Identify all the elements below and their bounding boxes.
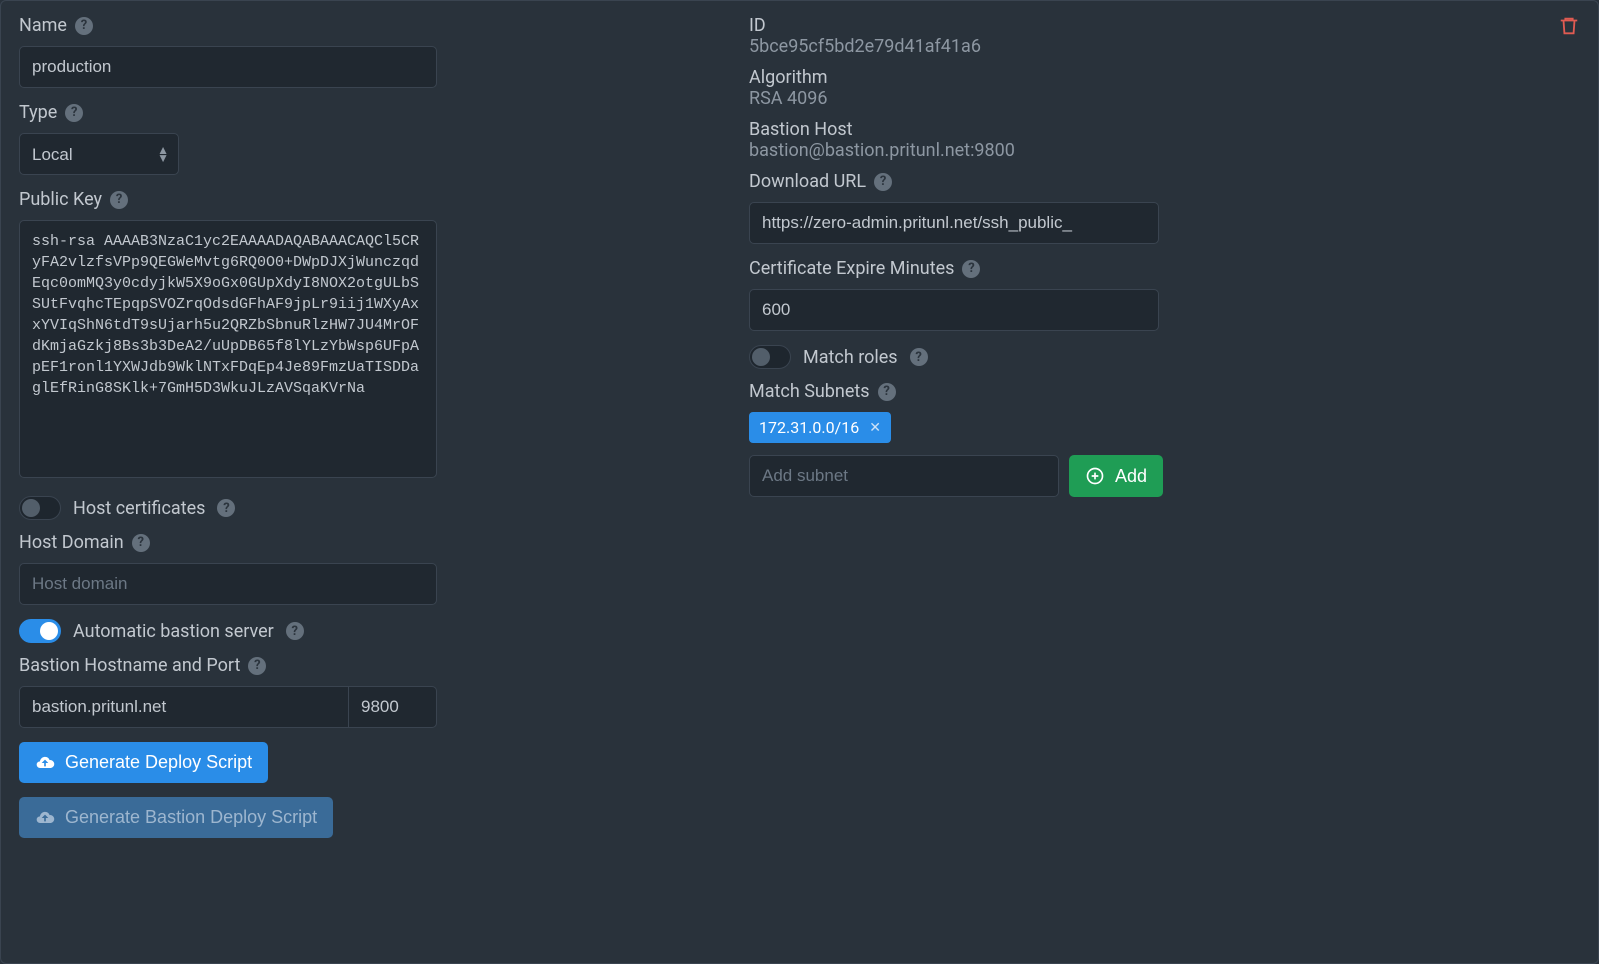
bastion-host-value: bastion@bastion.pritunl.net:9800 xyxy=(749,140,1580,161)
public-key-label: Public Key xyxy=(19,189,102,210)
expire-input[interactable] xyxy=(749,289,1159,331)
plus-circle-icon xyxy=(1085,466,1105,486)
download-url-input[interactable] xyxy=(749,202,1159,244)
host-domain-label: Host Domain xyxy=(19,532,124,553)
authority-panel: Name ? Type ? Local ▲▼ xyxy=(0,0,1599,964)
help-icon[interactable]: ? xyxy=(75,17,93,35)
left-column: Name ? Type ? Local ▲▼ xyxy=(19,15,709,838)
help-icon[interactable]: ? xyxy=(132,534,150,552)
public-key-textarea[interactable]: ssh-rsa AAAAB3NzaC1yc2EAAAADAQABAAACAQCl… xyxy=(19,220,437,478)
auto-bastion-toggle[interactable] xyxy=(19,619,61,643)
bastion-port-input[interactable] xyxy=(349,686,437,728)
cloud-upload-icon xyxy=(35,753,55,773)
subnet-tag[interactable]: 172.31.0.0/16 ✕ xyxy=(749,412,891,443)
cloud-upload-icon xyxy=(35,808,55,828)
host-domain-input[interactable] xyxy=(19,563,437,605)
algorithm-value: RSA 4096 xyxy=(749,88,1580,109)
right-column: ID 5bce95cf5bd2e79d41af41a6 Algorithm RS… xyxy=(749,15,1580,838)
generate-bastion-deploy-label: Generate Bastion Deploy Script xyxy=(65,807,317,828)
expire-label: Certificate Expire Minutes xyxy=(749,258,954,279)
download-url-label: Download URL xyxy=(749,171,866,192)
add-button-label: Add xyxy=(1115,466,1147,487)
help-icon[interactable]: ? xyxy=(217,499,235,517)
match-subnets-label: Match Subnets xyxy=(749,381,870,402)
help-icon[interactable]: ? xyxy=(65,104,83,122)
help-icon[interactable]: ? xyxy=(248,657,266,675)
id-label: ID xyxy=(749,15,1580,36)
generate-deploy-label: Generate Deploy Script xyxy=(65,752,252,773)
generate-bastion-deploy-button[interactable]: Generate Bastion Deploy Script xyxy=(19,797,333,838)
match-roles-label: Match roles xyxy=(803,347,898,368)
bastion-hp-label: Bastion Hostname and Port xyxy=(19,655,240,676)
help-icon[interactable]: ? xyxy=(910,348,928,366)
add-subnet-button[interactable]: Add xyxy=(1069,455,1163,497)
bastion-host-label: Bastion Host xyxy=(749,119,1580,140)
algorithm-label: Algorithm xyxy=(749,67,1580,88)
add-subnet-input[interactable] xyxy=(749,455,1059,497)
name-input[interactable] xyxy=(19,46,437,88)
host-certificates-toggle[interactable] xyxy=(19,496,61,520)
generate-deploy-button[interactable]: Generate Deploy Script xyxy=(19,742,268,783)
close-icon[interactable]: ✕ xyxy=(869,420,881,436)
subnet-tag-label: 172.31.0.0/16 xyxy=(759,418,859,437)
help-icon[interactable]: ? xyxy=(878,383,896,401)
name-label: Name xyxy=(19,15,67,36)
host-certificates-label: Host certificates xyxy=(73,498,205,519)
type-select[interactable]: Local xyxy=(19,133,179,175)
delete-button[interactable] xyxy=(1558,15,1580,37)
help-icon[interactable]: ? xyxy=(874,173,892,191)
help-icon[interactable]: ? xyxy=(286,622,304,640)
type-label: Type xyxy=(19,102,57,123)
auto-bastion-label: Automatic bastion server xyxy=(73,621,274,642)
bastion-host-input[interactable] xyxy=(19,686,349,728)
match-roles-toggle[interactable] xyxy=(749,345,791,369)
help-icon[interactable]: ? xyxy=(110,191,128,209)
help-icon[interactable]: ? xyxy=(962,260,980,278)
id-value: 5bce95cf5bd2e79d41af41a6 xyxy=(749,36,1580,57)
